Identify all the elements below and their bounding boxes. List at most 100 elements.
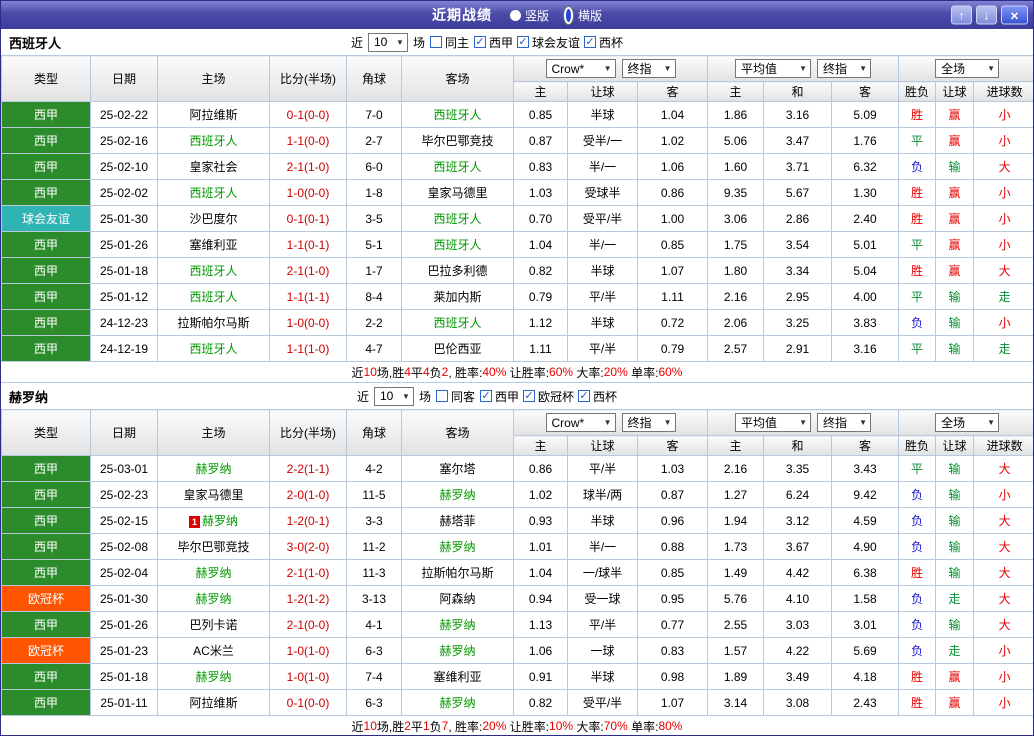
euro-draw-odds-cell: 4.22 [763,637,833,664]
league-filter-checkbox[interactable]: ✓ 西甲 [480,388,519,405]
team-label: 毕尔巴鄂竞技 [177,540,250,554]
close-button[interactable]: × [1001,5,1028,25]
asia-handicap-cell: 球半/两 [567,481,638,508]
league-filter-checkbox[interactable]: ✓ 西甲 [474,34,513,51]
asia-home-odds-cell: 1.03 [513,179,568,206]
euro-home-odds-cell: 1.75 [707,231,765,258]
match-count-select[interactable]: 10 ▼ [367,32,408,52]
summary-segment: 70% [603,719,628,733]
checkbox-icon: ✓ [474,35,486,48]
scroll-up-button[interactable]: ↑ [951,5,972,25]
asia-handicap-cell: 半/一 [567,153,638,180]
result-outcome-cell: 负 [898,153,937,180]
league-filter-checkbox[interactable]: ✓ 球会友谊 [517,34,580,51]
team-name: 西班牙人 [9,35,62,51]
league-filter-label: 西杯 [593,389,618,404]
euro-company-select[interactable]: 平均值 ▼ [735,413,812,432]
match-row: 西甲 25-02-15 1 赫罗纳 1-2(0-1) 3-3 赫塔菲 0.93 半球 0.96 1.… [1,507,1033,534]
team-label: AC米兰 [193,644,234,658]
euro-away-odds-cell: 2.43 [831,689,900,716]
match-count-value: 10 [379,389,394,403]
team-label: 赫罗纳 [195,462,232,476]
match-row: 西甲 25-02-08 毕尔巴鄂竞技 3-0(2-0) 11-2 赫罗纳 1.01 半/一 0.… [1,533,1033,560]
euro-draw-odds-cell: 3.47 [763,127,833,154]
full-match-select[interactable]: 全场 ▼ [935,413,1000,432]
euro-home-odds-cell: 1.89 [707,663,765,690]
team-label: 赫罗纳 [439,540,476,554]
corner-cell: 2-7 [346,127,402,154]
asia-company-value: Crow* [551,61,585,76]
same-venue-checkbox-box [435,390,448,402]
euro-away-odds-cell: 4.90 [831,533,900,560]
team-label: 赫罗纳 [439,618,476,632]
euro-index-select[interactable]: 终指 ▼ [817,59,872,78]
asia-home-odds-cell: 1.06 [513,637,568,664]
same-venue-checkbox[interactable]: 同客 [435,388,475,405]
result-handicap-cell: 输 [935,153,975,180]
summary-segment: 场,胜 [376,719,405,734]
result-handicap-cell: 输 [935,533,975,560]
date-cell: 25-02-23 [90,481,158,508]
asia-odds-group-header: Crow* ▼ 终指 ▼ [512,409,709,436]
league-filter-checkbox[interactable]: ✓ 西杯 [578,388,617,405]
full-match-select[interactable]: 全场 ▼ [935,59,1000,78]
away-team-cell: 赫罗纳 [401,533,514,560]
league-type-cell: 西甲 [1,611,91,638]
asia-handicap-cell: 受球半 [567,179,638,206]
corner-cell: 3-13 [346,585,402,612]
asia-home-odds-cell: 0.82 [513,257,568,284]
subheader-cell: 客 [831,81,900,102]
asia-index-select[interactable]: 终指 ▼ [621,413,676,432]
scroll-down-button[interactable]: ↓ [976,5,997,25]
checkbox-icon: ✓ [523,389,536,402]
checkbox-icon: ✓ [584,35,597,48]
home-team-cell: AC米兰 [157,637,270,664]
layout-radio-vertical[interactable]: 竖版 [509,7,549,24]
euro-draw-odds-cell: 2.95 [763,283,833,310]
team-label: 毕尔巴鄂竞技 [421,134,494,148]
score-cell: 2-1(1-0) [269,153,347,180]
league-type-cell: 西甲 [1,257,91,284]
summary-segment: 10 [363,365,377,379]
euro-home-odds-cell: 5.06 [707,127,765,154]
summary-segment: 近 [351,365,364,380]
score-cell: 0-1(0-1) [269,205,347,232]
score-cell: 1-0(1-0) [269,637,347,664]
same-venue-label: 同主 [444,35,469,50]
asia-company-select[interactable]: Crow* ▼ [545,413,616,432]
subheader-cell: 进球数 [973,81,1033,102]
league-filter-checkbox[interactable]: ✓ 西杯 [584,34,623,51]
score-cell: 2-1(1-0) [269,257,347,284]
league-filter-label: 西甲 [489,35,514,50]
away-team-cell: 西班牙人 [401,205,514,232]
euro-draw-odds-cell: 3.54 [763,231,833,258]
score-cell: 1-0(1-0) [269,663,347,690]
euro-company-select[interactable]: 平均值 ▼ [735,59,812,78]
asia-company-select[interactable]: Crow* ▼ [545,59,616,78]
league-filter-checkbox[interactable]: ✓ 欧冠杯 [523,388,574,405]
euro-away-odds-cell: 3.16 [831,335,900,362]
asia-index-select[interactable]: 终指 ▼ [621,59,676,78]
chevron-down-icon: ▼ [987,418,996,427]
team-label: 塞维利亚 [189,238,238,252]
corner-cell: 4-2 [346,455,402,482]
checkbox-icon: ✓ [578,389,591,402]
result-handicap-cell: 输 [935,559,975,586]
euro-index-select[interactable]: 终指 ▼ [817,413,872,432]
result-outcome-cell: 胜 [898,257,937,284]
near-label: 近 [356,389,369,404]
asia-away-odds-cell: 0.85 [636,231,709,258]
match-count-select[interactable]: 10 ▼ [373,386,414,406]
summary-segment: 平 [410,365,423,380]
team-label: 西班牙人 [433,160,482,174]
layout-radio-horizontal[interactable]: 横版 [563,5,602,25]
home-team-cell: 赫罗纳 [157,663,270,690]
home-team-cell: 沙巴度尔 [157,205,270,232]
home-team-cell: 西班牙人 [157,257,270,284]
subheader-cell: 让球 [935,81,975,102]
summary-segment: 40% [482,365,507,379]
summary-segment: 1 [422,719,430,733]
result-goals-cell: 大 [973,611,1033,638]
result-goals-cell: 大 [973,257,1033,284]
same-venue-checkbox[interactable]: 同主 [429,34,469,51]
